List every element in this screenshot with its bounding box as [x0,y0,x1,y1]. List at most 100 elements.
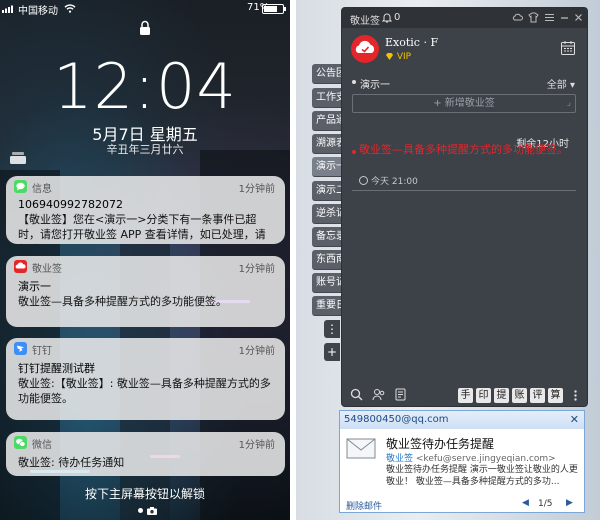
messages-app-icon [14,180,27,193]
phone-lock-screen: 中国移动 71% 12:04 5月7日 星期五 辛丑年三月廿六 信息 1分钟前 … [0,0,290,520]
notification-messages[interactable]: 信息 1分钟前 106940992782072 【敬业签】您在<演示一>分类下有… [6,176,285,244]
mail-subject[interactable]: 敬业签待办任务提醒 [386,435,494,452]
toolbar-key-print[interactable]: 印 [476,388,491,403]
new-note-input[interactable]: + 新增敬业签 ⌟ [352,94,576,113]
note-bullet [352,150,356,154]
category-row: 演示一 全部 ▾ [342,74,587,92]
notification-app-name: 钉钉 [32,346,52,357]
toolbar-key-remind[interactable]: 提 [494,388,509,403]
notification-body: 敬业签—具备多种提醒方式的多功能便签。 [18,295,227,308]
note-book-icon[interactable] [394,388,407,401]
wechat-app-icon [14,436,27,449]
wifi-icon [64,4,76,13]
user-name: Exotic · F [385,36,439,49]
close-icon[interactable]: ✕ [570,413,579,426]
notification-time: 1分钟前 [238,440,275,451]
carrier-name: 中国移动 [18,6,58,17]
mail-preview: 敬业签待办任务提醒 演示一敬业签让敬业的人更敬业！ 敬业签—具备多种提醒方式的多… [386,465,578,487]
note-app-window: 敬业签 0 Exotic · F VIP 演示一 全部 ▾ + 新增敬业签 ⌟ … [341,7,588,407]
notification-app-name: 敬业签 [32,264,62,275]
notification-header: 信息 1分钟前 [6,176,285,196]
notification-stack-icon[interactable] [10,152,26,164]
toolbar-key-calc[interactable]: 算 [548,388,563,403]
mail-sender-name: 敬业签 [386,454,414,464]
filter-label: 全部 [546,80,567,91]
mail-sender-email: <kefu@serve.jingyeqian.com> [415,454,556,464]
filter-dropdown[interactable]: 全部 ▾ [547,76,575,91]
diamond-icon [386,53,393,60]
toolbar-key-hand[interactable]: 手 [458,388,473,403]
next-arrow-icon[interactable]: ▶ [566,498,573,508]
mail-sender: 敬业签 <kefu@serve.jingyeqian.com> [386,451,556,464]
battery-icon [262,4,286,14]
notification-app-name: 信息 [32,184,52,195]
notification-title: 钉钉提醒测试群 [18,362,95,375]
notification-wechat[interactable]: 微信 1分钟前 敬业签: 待办任务通知 [6,432,285,476]
bell-icon[interactable] [382,12,392,23]
notification-time: 1分钟前 [238,346,275,357]
category-bullet [352,80,356,84]
notification-body: 敬业签: 待办任务通知 [18,456,125,469]
page-dot [138,508,143,513]
expand-icon[interactable]: ⌟ [567,95,571,112]
minimize-icon[interactable] [559,12,570,23]
notification-jingyeqian[interactable]: 敬业签 1分钟前 演示一 敬业签—具备多种提醒方式的多功能便签。 [6,256,285,327]
search-icon[interactable] [350,388,363,401]
vip-label: VIP [396,52,412,62]
dingtalk-app-icon [14,342,27,355]
toolbar-key-comment[interactable]: 评 [530,388,545,403]
mail-notification-popup[interactable]: 549800450@qq.com ✕ 敬业签待办任务提醒 敬业签 <kefu@s… [339,410,585,513]
vip-badge: VIP [385,52,411,62]
menu-icon[interactable] [544,12,555,23]
bottom-toolbar: 手 印 提 账 评 算 [342,386,587,406]
more-tabs-button[interactable]: ⋮ [324,320,340,338]
close-icon[interactable] [573,12,584,23]
screenshot-composite: 中国移动 71% 12:04 5月7日 星期五 辛丑年三月廿六 信息 1分钟前 … [0,0,600,520]
note-reminder-time: 今天 21:00 [359,174,418,187]
page-indicator [135,507,157,515]
notification-header: 钉钉 1分钟前 [6,338,285,358]
app-title: 敬业签 [350,16,380,27]
mail-account: 549800450@qq.com [344,414,449,425]
jingyeqian-app-icon [14,260,27,273]
note-divider [352,190,576,191]
battery-fill [264,6,277,12]
chevron-down-icon: ▾ [569,80,575,91]
more-options-icon[interactable] [569,389,582,402]
lock-clock: 12:04 [53,50,237,123]
add-category-button[interactable]: + [324,343,340,361]
contacts-icon[interactable] [372,388,385,401]
mail-page-indicator: 1/5 [538,499,553,509]
skin-icon[interactable] [528,12,539,23]
cloud-sync-icon[interactable] [512,12,523,23]
bell-count: 0 [394,12,401,23]
signal-icon [2,5,13,13]
notification-time: 1分钟前 [238,264,275,275]
title-bar: 敬业签 0 [342,8,587,28]
user-profile[interactable]: Exotic · F VIP [342,28,587,72]
new-note-placeholder: + 新增敬业签 [433,98,495,109]
notification-title: 106940992782072 [18,198,123,211]
unlock-hint: 按下主屏幕按钮以解锁 [84,487,205,501]
delete-mail-link[interactable]: 删除邮件 [346,499,382,512]
notification-time: 1分钟前 [238,184,275,195]
note-time-label: 今天 21:00 [371,177,418,187]
lunar-date: 辛丑年三月廿六 [106,143,184,156]
avatar[interactable] [351,35,379,63]
notification-app-name: 微信 [32,440,52,451]
prev-arrow-icon[interactable]: ◀ [522,498,529,508]
notification-header: 微信 1分钟前 [6,432,285,452]
notification-body: 敬业签:【敬业签】: 敬业签—具备多种提醒方式的多功能便签。 [18,377,271,405]
clock-icon [359,176,368,185]
camera-icon [147,507,157,515]
status-bar: 中国移动 71% [0,2,290,17]
toolbar-key-account[interactable]: 账 [512,388,527,403]
calendar-icon[interactable] [560,40,576,56]
notification-dingtalk[interactable]: 钉钉 1分钟前 钉钉提醒测试群 敬业签:【敬业签】: 敬业签—具备多种提醒方式的… [6,338,285,420]
jingyeqian-logo-icon [355,40,375,53]
lock-icon [140,20,150,35]
notification-header: 敬业签 1分钟前 [6,256,285,276]
envelope-icon [346,438,376,459]
notification-body: 【敬业签】您在<演示一>分类下有一条事件已超时，请您打开敬业签 APP 查看详情… [18,213,266,244]
note-content[interactable]: 敬业签—具备多种提醒方式的多功能便签。 [359,142,574,157]
